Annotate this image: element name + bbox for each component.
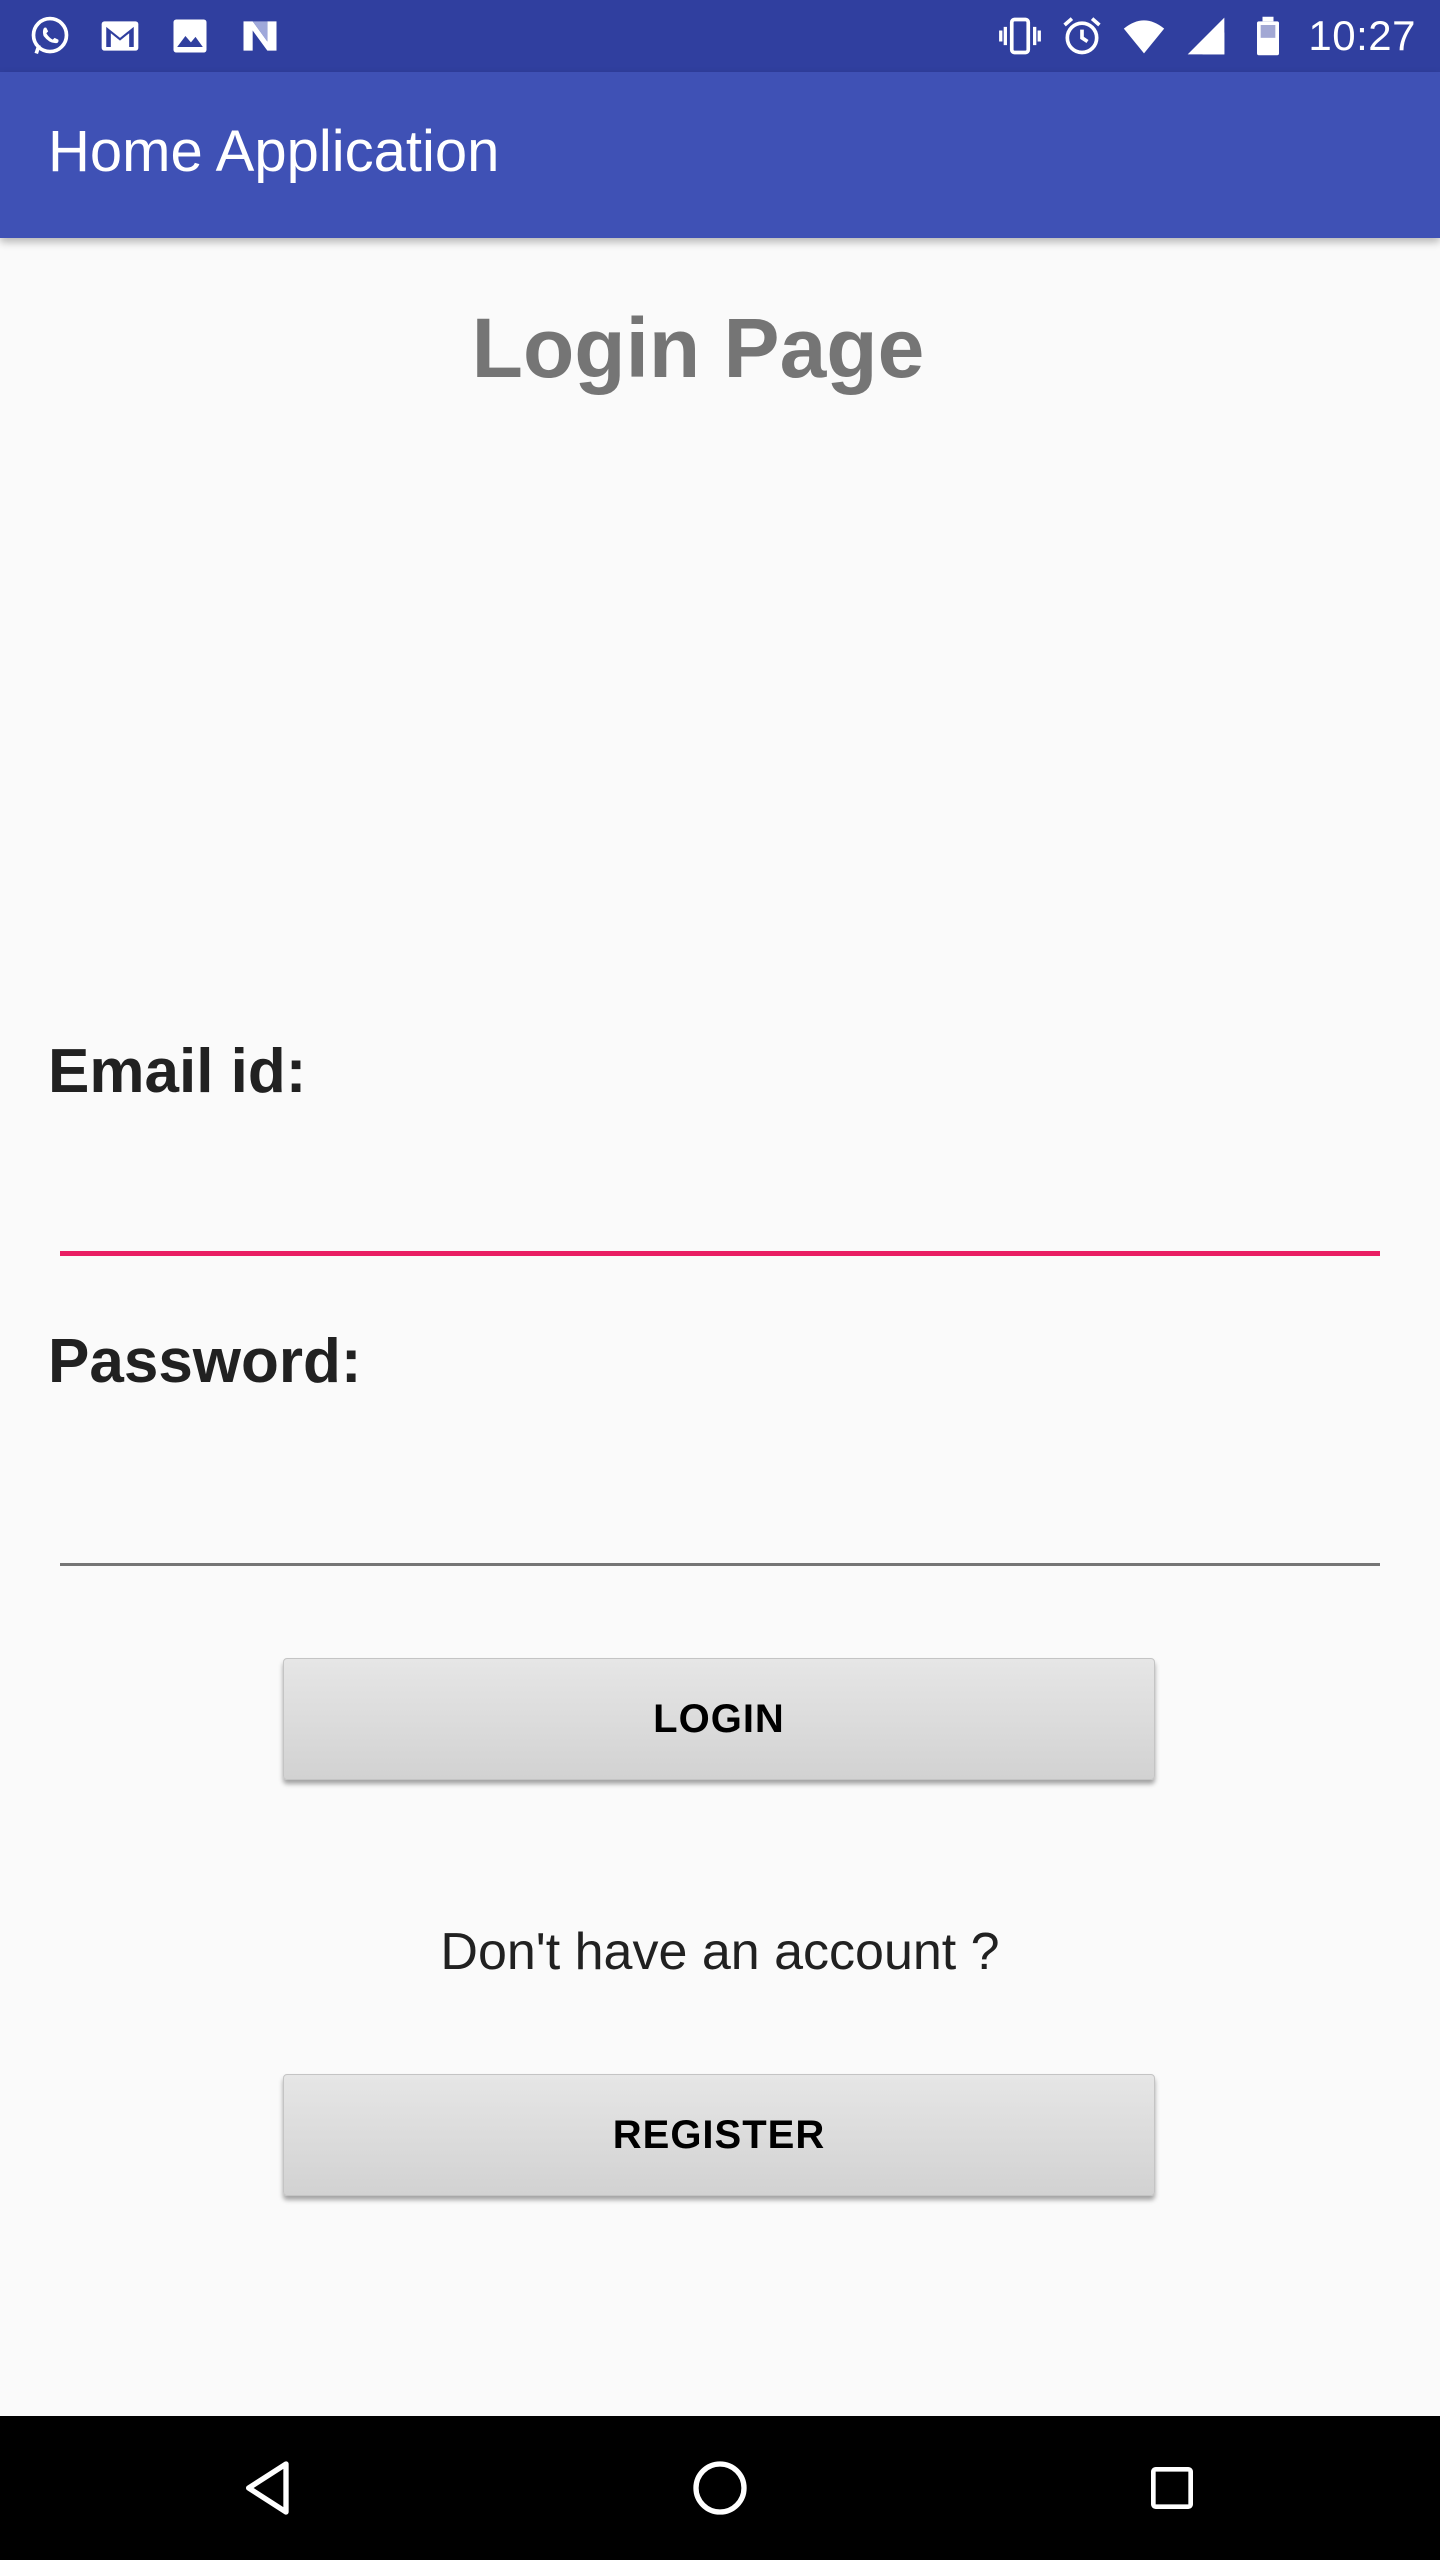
vibrate-icon: [999, 17, 1042, 55]
home-button[interactable]: [670, 2438, 770, 2538]
notification-icons: [28, 14, 282, 58]
back-button[interactable]: [220, 2438, 320, 2538]
status-bar: 10:27: [0, 0, 1440, 72]
password-label: Password:: [48, 1327, 362, 1396]
recents-icon: [1151, 2467, 1193, 2509]
login-button[interactable]: LOGIN: [283, 1658, 1155, 1780]
gmail-icon: [101, 21, 139, 51]
recents-button[interactable]: [1122, 2438, 1222, 2538]
register-button[interactable]: REGISTER: [283, 2074, 1155, 2196]
app-title: Home Application: [48, 119, 500, 184]
image-icon: [173, 19, 207, 53]
account-prompt: Don't have an account ?: [440, 1923, 1000, 1981]
email-input[interactable]: [60, 1166, 1380, 1256]
whatsapp-icon: [31, 16, 69, 54]
wifi-icon: [1124, 20, 1165, 54]
system-status-icons: 10:27: [998, 10, 1416, 62]
navigation-bar: [0, 2416, 1440, 2560]
app-bar: Home Application: [0, 72, 1440, 238]
battery-icon: [1257, 16, 1280, 56]
password-input[interactable]: [60, 1476, 1380, 1566]
page-title: Login Page: [471, 301, 925, 395]
n-icon: [243, 21, 277, 51]
home-icon: [693, 2461, 747, 2515]
signal-icon: [1188, 17, 1225, 55]
email-label: Email id:: [48, 1037, 307, 1106]
back-icon: [246, 2461, 289, 2515]
alarm-icon: [1063, 17, 1102, 55]
status-time: 10:27: [1308, 12, 1416, 59]
